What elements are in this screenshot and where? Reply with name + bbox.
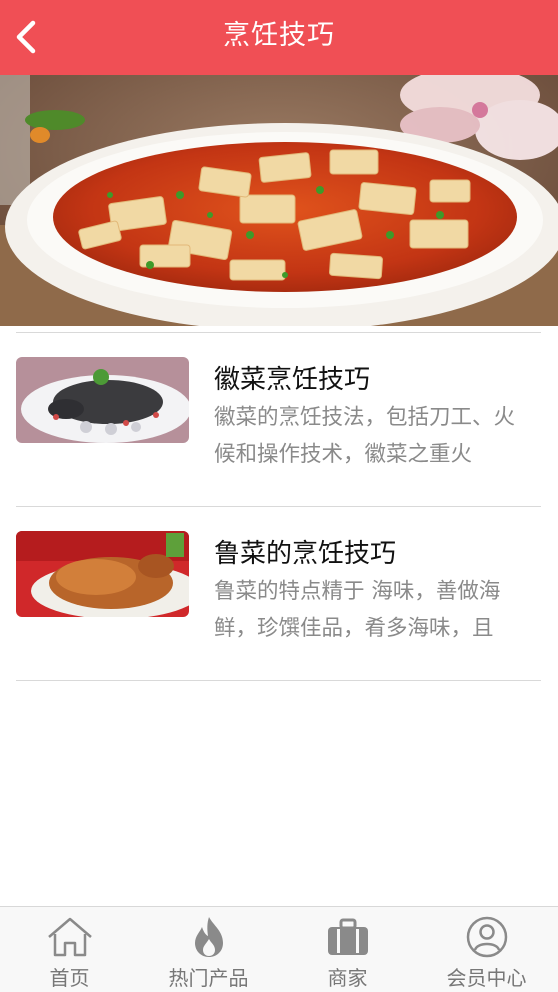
tab-hot-products[interactable]: 热门产品	[139, 907, 278, 992]
tab-member-center[interactable]: 会员中心	[417, 907, 556, 992]
article-summary: 徽菜的烹饪技法，包括刀工、火候和操作技术，徽菜之重火	[214, 405, 516, 467]
article-title: 徽菜烹饪技巧	[214, 365, 371, 395]
article-title: 鲁菜的烹饪技巧	[214, 539, 397, 569]
tab-label: 商家	[327, 966, 368, 990]
app-header: 烹饪技巧	[0, 0, 558, 75]
user-icon	[466, 916, 507, 958]
divider	[16, 680, 541, 681]
banner-image	[0, 75, 558, 326]
page-title: 烹饪技巧	[223, 20, 335, 51]
article-summary: 鲁菜的特点精于 海味，善做海鲜，珍馔佳品，肴多海味，且	[214, 579, 501, 641]
briefcase-icon	[327, 918, 368, 955]
tab-label: 会员中心	[446, 966, 527, 990]
bottom-tab-bar: 首页 热门产品 商家 会员中心	[0, 906, 558, 992]
home-icon	[47, 917, 92, 957]
flame-icon	[194, 917, 223, 957]
thumbnail-image	[16, 357, 189, 443]
tab-home[interactable]: 首页	[0, 907, 139, 992]
tab-label: 热门产品	[168, 966, 249, 990]
list-item[interactable]: 徽菜烹饪技巧 徽菜的烹饪技法，包括刀工、火候和操作技术，徽菜之重火	[0, 333, 558, 503]
tab-label: 首页	[49, 966, 90, 990]
thumbnail-image	[16, 531, 189, 617]
tab-merchants[interactable]: 商家	[278, 907, 417, 992]
list-item[interactable]: 鲁菜的烹饪技巧 鲁菜的特点精于 海味，善做海鲜，珍馔佳品，肴多海味，且	[0, 507, 558, 677]
